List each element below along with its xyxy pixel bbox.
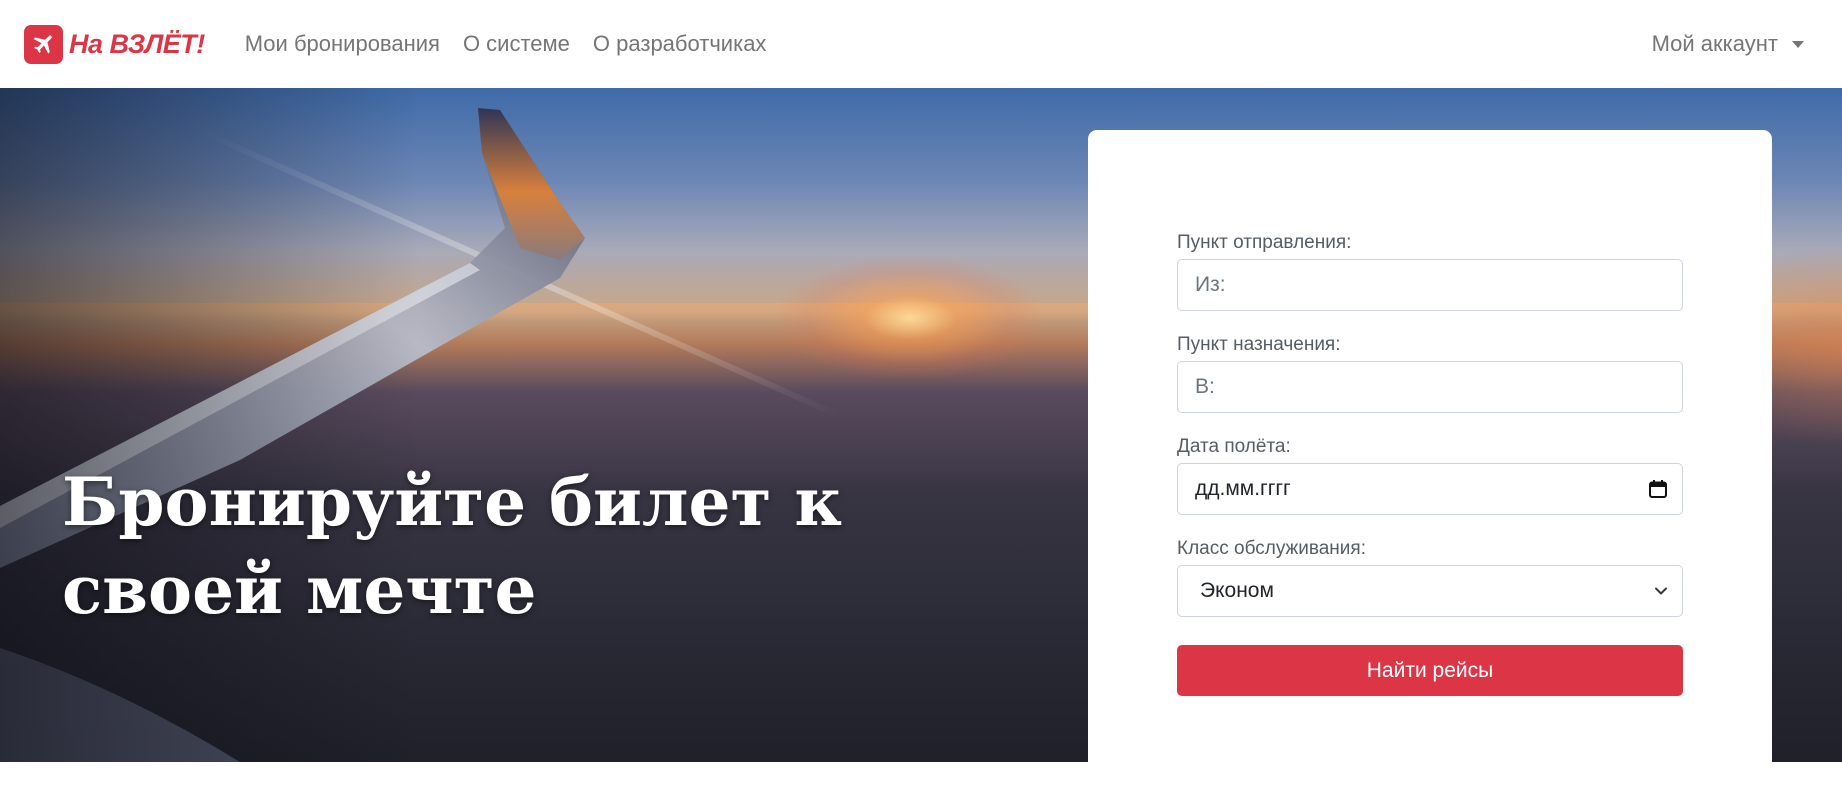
origin-placeholder: Из: xyxy=(1195,273,1226,296)
top-navbar: На ВЗЛЁТ! Мои бронирования О системе О р… xyxy=(0,0,1842,88)
brand-logo[interactable]: На ВЗЛЁТ! xyxy=(24,24,205,64)
origin-input[interactable]: Из: xyxy=(1177,259,1683,311)
calendar-icon[interactable] xyxy=(1648,479,1668,499)
destination-label: Пункт назначения: xyxy=(1177,334,1341,355)
chevron-down-icon xyxy=(1654,584,1668,598)
hero-title: Бронируйте билет к своей мечте xyxy=(62,463,843,629)
class-label: Класс обслуживания: xyxy=(1177,538,1366,559)
nav-link-about-developers[interactable]: О разработчиках xyxy=(593,31,767,57)
origin-label: Пункт отправления: xyxy=(1177,232,1352,253)
class-select[interactable]: Эконом xyxy=(1177,565,1683,617)
account-dropdown[interactable]: Мой аккаунт xyxy=(1652,0,1804,88)
date-input[interactable]: дд.мм.гггг xyxy=(1177,463,1683,515)
destination-input[interactable]: В: xyxy=(1177,361,1683,413)
caret-down-icon xyxy=(1792,40,1804,48)
class-selected: Эконом xyxy=(1200,579,1274,602)
hero-shade xyxy=(0,88,420,762)
flight-search-form: Пункт отправления: Из: Пункт назначения:… xyxy=(1088,130,1772,790)
brand-name: На ВЗЛЁТ! xyxy=(69,28,205,59)
nav-link-about-system[interactable]: О системе xyxy=(463,31,570,57)
nav-link-my-bookings[interactable]: Мои бронирования xyxy=(245,31,440,57)
date-label: Дата полёта: xyxy=(1177,436,1291,457)
nav-links: Мои бронирования О системе О разработчик… xyxy=(245,31,790,57)
date-placeholder: дд.мм.гггг xyxy=(1195,477,1291,500)
airplane-icon xyxy=(24,24,63,64)
destination-placeholder: В: xyxy=(1195,375,1215,398)
account-label: Мой аккаунт xyxy=(1651,31,1778,56)
find-flights-button[interactable]: Найти рейсы xyxy=(1177,645,1683,696)
